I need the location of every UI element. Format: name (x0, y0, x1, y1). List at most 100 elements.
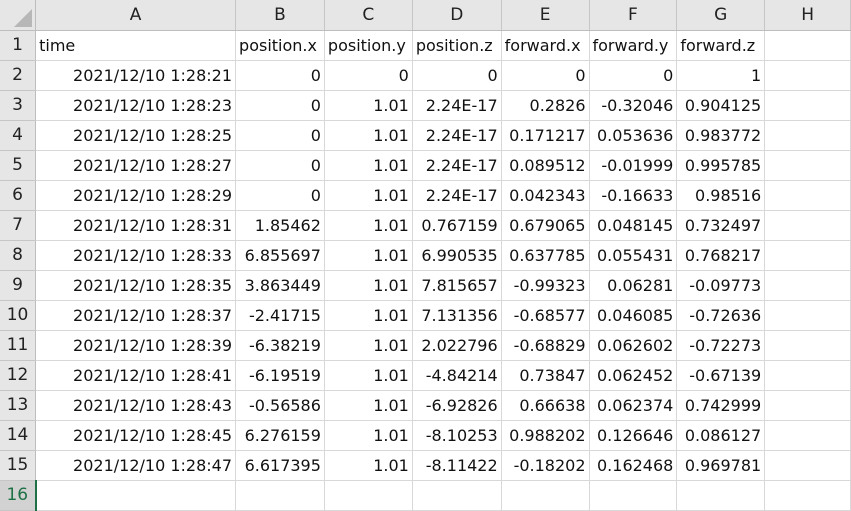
data-cell[interactable]: 0.904125 (676, 90, 766, 121)
data-cell[interactable]: 2021/12/10 1:28:35 (35, 270, 237, 301)
row-header[interactable]: 4 (0, 120, 37, 151)
data-cell[interactable]: -8.11422 (412, 450, 502, 481)
column-header-b[interactable]: B (235, 0, 325, 31)
data-cell[interactable]: 2.022796 (412, 330, 502, 361)
data-cell[interactable]: 1.01 (324, 450, 413, 481)
data-cell[interactable]: -0.68829 (501, 330, 590, 361)
data-cell[interactable]: 1.85462 (235, 210, 325, 241)
data-cell[interactable]: 1.01 (324, 360, 413, 391)
data-cell[interactable]: 0.055431 (589, 240, 678, 271)
data-cell[interactable]: 2021/12/10 1:28:47 (35, 450, 237, 481)
empty-cell[interactable] (764, 300, 851, 331)
data-cell[interactable]: 2.24E-17 (412, 180, 502, 211)
empty-cell[interactable] (764, 210, 851, 241)
column-header-h[interactable]: H (764, 0, 851, 31)
data-cell[interactable]: 0.767159 (412, 210, 502, 241)
row-header[interactable]: 6 (0, 180, 37, 211)
data-cell[interactable]: 1.01 (324, 90, 413, 121)
data-cell[interactable]: 1.01 (324, 120, 413, 151)
row-header[interactable]: 3 (0, 90, 37, 121)
data-cell[interactable]: 0 (324, 60, 413, 91)
data-cell[interactable]: 2021/12/10 1:28:41 (35, 360, 237, 391)
empty-cell[interactable] (764, 330, 851, 361)
data-cell[interactable]: -0.32046 (589, 90, 678, 121)
data-cell[interactable]: -0.18202 (501, 450, 590, 481)
data-cell[interactable]: 2021/12/10 1:28:21 (35, 60, 237, 91)
data-cell[interactable]: 2021/12/10 1:28:23 (35, 90, 237, 121)
data-cell[interactable]: 1.01 (324, 210, 413, 241)
empty-cell[interactable] (764, 30, 851, 61)
data-cell[interactable]: 0.062374 (589, 390, 678, 421)
data-cell[interactable]: 0.969781 (676, 450, 766, 481)
data-cell[interactable]: 0.089512 (501, 150, 590, 181)
data-cell[interactable]: 1.01 (324, 420, 413, 451)
row-header[interactable]: 8 (0, 240, 37, 271)
row-header[interactable]: 5 (0, 150, 37, 181)
row-header[interactable]: 12 (0, 360, 37, 391)
empty-cell[interactable] (764, 150, 851, 181)
data-cell[interactable]: 2.24E-17 (412, 90, 502, 121)
data-cell[interactable]: 2021/12/10 1:28:43 (35, 390, 237, 421)
header-cell[interactable]: forward.z (676, 30, 766, 61)
row-header[interactable]: 1 (0, 30, 37, 61)
data-cell[interactable]: 6.990535 (412, 240, 502, 271)
header-cell[interactable]: position.z (412, 30, 502, 61)
data-cell[interactable]: 0.126646 (589, 420, 678, 451)
data-cell[interactable]: 0 (589, 60, 678, 91)
data-cell[interactable]: 1 (676, 60, 766, 91)
column-header-g[interactable]: G (676, 0, 766, 31)
data-cell[interactable]: 0 (412, 60, 502, 91)
data-cell[interactable]: 1.01 (324, 150, 413, 181)
data-cell[interactable]: -0.01999 (589, 150, 678, 181)
data-cell[interactable]: 0.637785 (501, 240, 590, 271)
data-cell[interactable]: -4.84214 (412, 360, 502, 391)
data-cell[interactable]: -0.67139 (676, 360, 766, 391)
data-cell[interactable]: -0.72636 (676, 300, 766, 331)
data-cell[interactable]: 1.01 (324, 330, 413, 361)
data-cell[interactable]: 2.24E-17 (412, 150, 502, 181)
data-cell[interactable]: 0 (235, 60, 325, 91)
empty-cell[interactable] (764, 360, 851, 391)
data-cell[interactable]: 0 (235, 90, 325, 121)
empty-cell[interactable] (764, 420, 851, 451)
data-cell[interactable]: 2021/12/10 1:28:37 (35, 300, 237, 331)
data-cell[interactable]: -0.99323 (501, 270, 590, 301)
column-header-d[interactable]: D (412, 0, 502, 31)
header-cell[interactable]: position.y (324, 30, 413, 61)
data-cell[interactable]: 0.062452 (589, 360, 678, 391)
data-cell[interactable]: 0.162468 (589, 450, 678, 481)
column-header-a[interactable]: A (35, 0, 237, 31)
data-cell[interactable]: -8.10253 (412, 420, 502, 451)
data-cell[interactable]: 1.01 (324, 300, 413, 331)
data-cell[interactable]: 3.863449 (235, 270, 325, 301)
data-cell[interactable]: 2021/12/10 1:28:25 (35, 120, 237, 151)
select-all-button[interactable] (0, 0, 37, 31)
row-header[interactable]: 13 (0, 390, 37, 421)
data-cell[interactable]: 7.815657 (412, 270, 502, 301)
row-header[interactable]: 9 (0, 270, 37, 301)
empty-cell[interactable] (764, 450, 851, 481)
data-cell[interactable]: 6.855697 (235, 240, 325, 271)
data-cell[interactable]: -2.41715 (235, 300, 325, 331)
data-cell[interactable]: 0.046085 (589, 300, 678, 331)
data-cell[interactable]: -6.19519 (235, 360, 325, 391)
row-header[interactable]: 7 (0, 210, 37, 241)
column-header-e[interactable]: E (501, 0, 590, 31)
data-cell[interactable]: 0 (235, 120, 325, 151)
header-cell[interactable]: forward.y (589, 30, 678, 61)
data-cell[interactable]: -6.92826 (412, 390, 502, 421)
data-cell[interactable]: 0.66638 (501, 390, 590, 421)
data-cell[interactable]: 0.98516 (676, 180, 766, 211)
data-cell[interactable]: 2021/12/10 1:28:29 (35, 180, 237, 211)
data-cell[interactable]: 0.062602 (589, 330, 678, 361)
data-cell[interactable]: 0.73847 (501, 360, 590, 391)
empty-cell[interactable] (764, 390, 851, 421)
column-header-f[interactable]: F (589, 0, 678, 31)
data-cell[interactable]: 0.742999 (676, 390, 766, 421)
data-cell[interactable]: 0.086127 (676, 420, 766, 451)
row-header[interactable]: 10 (0, 300, 37, 331)
data-cell[interactable]: 6.276159 (235, 420, 325, 451)
data-cell[interactable]: 0 (235, 180, 325, 211)
header-cell[interactable]: time (35, 30, 237, 61)
data-cell[interactable]: 0.2826 (501, 90, 590, 121)
